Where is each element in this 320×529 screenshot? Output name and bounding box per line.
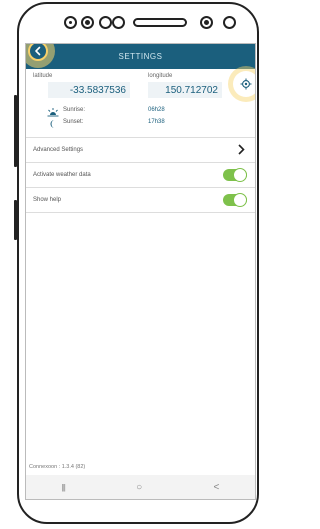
latitude-label: latitude	[33, 73, 53, 79]
divider	[26, 212, 255, 213]
sensor-icon	[64, 16, 77, 29]
nav-back-button[interactable]: <	[213, 482, 219, 493]
system-nav-bar: ||| ○ <	[26, 475, 255, 499]
moon-icon	[50, 120, 55, 128]
recents-button[interactable]: |||	[62, 483, 66, 492]
phone-top-sensors	[19, 16, 257, 38]
show-help-toggle[interactable]	[223, 193, 247, 207]
weather-data-label: Activate weather data	[33, 172, 91, 178]
sunrise-label: Sunrise:	[63, 107, 86, 113]
weather-data-toggle[interactable]	[223, 168, 247, 182]
home-button[interactable]: ○	[136, 482, 142, 493]
side-button	[14, 95, 17, 167]
sunset-row: Sunset: 17h38	[26, 119, 255, 131]
weather-data-row: Activate weather data	[26, 163, 255, 187]
page-title: SETTINGS	[118, 52, 163, 61]
back-arrow-icon	[35, 46, 41, 56]
camera-icon	[81, 16, 94, 29]
chevron-right-icon	[238, 144, 245, 155]
show-help-label: Show help	[33, 197, 62, 203]
side-button	[14, 200, 17, 240]
longitude-label: longitude	[148, 73, 173, 79]
show-help-row: Show help	[26, 188, 255, 212]
coordinates-section: latitude -33.5837536 longitude 150.71270…	[26, 66, 255, 107]
sunrise-icon	[47, 108, 59, 117]
sunset-label: Sunset:	[63, 119, 84, 125]
advanced-settings-row[interactable]: Advanced Settings	[26, 138, 255, 162]
speaker-icon	[133, 18, 187, 27]
toggle-knob	[233, 193, 247, 207]
locate-button-highlight	[228, 66, 255, 102]
toggle-knob	[233, 168, 247, 182]
locate-button[interactable]	[233, 71, 255, 97]
sunrise-row: Sunrise: 06h28	[26, 107, 255, 119]
back-button[interactable]	[28, 44, 48, 61]
latitude-field[interactable]: -33.5837536	[48, 82, 130, 98]
advanced-settings-label: Advanced Settings	[33, 147, 84, 153]
sunrise-value: 06h28	[148, 107, 165, 113]
sensor-icon	[223, 16, 236, 29]
longitude-field[interactable]: 150.712702	[148, 82, 222, 98]
app-header: SETTINGS	[26, 44, 255, 69]
version-text: Connexoon : 1.3.4 (82)	[29, 464, 86, 470]
app-screen: SETTINGS latitude -33.5837536 longitude …	[25, 43, 256, 500]
locate-icon	[240, 78, 252, 90]
sensor-icon	[99, 16, 112, 29]
sensor-icon	[112, 16, 125, 29]
sunset-value: 17h38	[148, 119, 165, 125]
front-camera-icon	[200, 16, 213, 29]
